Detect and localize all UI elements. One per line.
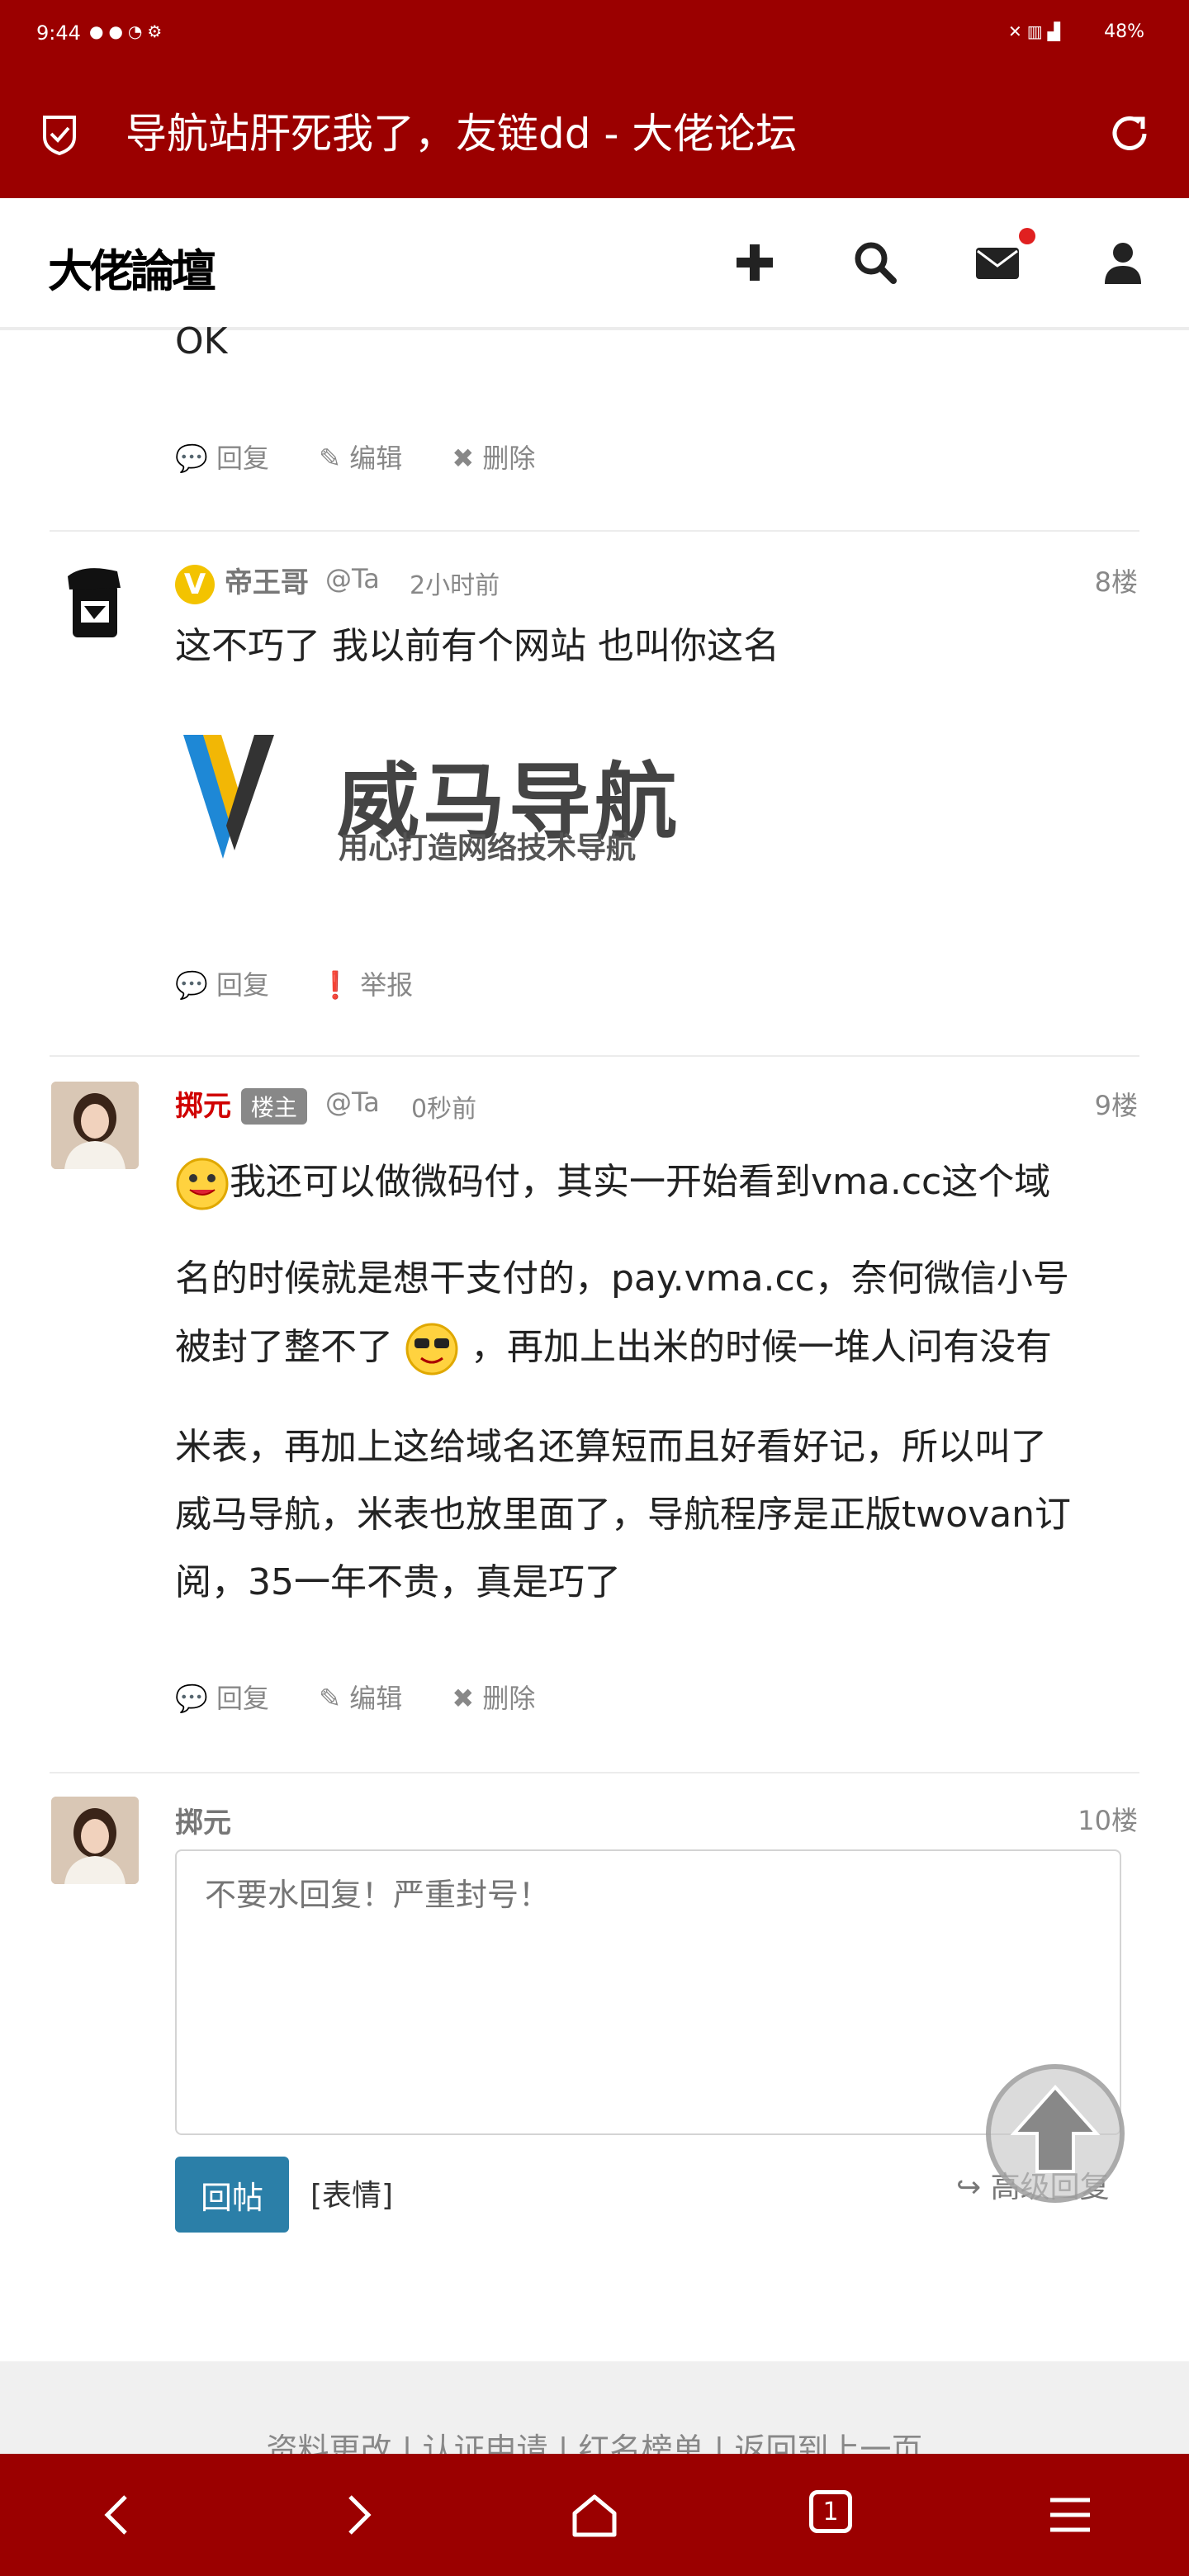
- avatar-photo-icon: [51, 1797, 139, 1884]
- reply-label: 回复: [216, 1683, 270, 1714]
- divider: [50, 1772, 1139, 1773]
- edit-link[interactable]: ✎ 编辑: [319, 443, 402, 474]
- post-line: 威马导航，米表也放里面了，导航程序是正版twovan订: [175, 1494, 1072, 1536]
- at-link[interactable]: @Ta: [325, 1087, 380, 1118]
- delete-label: 删除: [482, 443, 536, 474]
- report-link[interactable]: ❗ 举报: [319, 969, 413, 1001]
- status-battery: 48%: [1104, 21, 1144, 42]
- reply-link[interactable]: 💬 回复: [175, 1683, 269, 1714]
- reply-label: 回复: [216, 443, 270, 474]
- emoji-picker-link[interactable]: [表情]: [310, 2171, 393, 2214]
- avatar: [51, 1797, 139, 1884]
- post-line: 阅，35一年不贵，真是巧了: [175, 1561, 621, 1603]
- post-actions: 💬 回复 ✎ 编辑 ✖ 删除: [175, 1678, 576, 1716]
- status-notification-icons: ●●◔⚙: [89, 21, 168, 41]
- status-time: 9:44: [36, 21, 81, 45]
- post-actions: 💬 回复 ❗ 举报: [175, 964, 454, 1002]
- post-line: 我还可以做微码付，其实一开始看到vma.cc这个域: [230, 1161, 1051, 1203]
- vip-badge-icon: V: [175, 564, 215, 604]
- avatar[interactable]: [51, 1082, 139, 1169]
- post-text: 这不巧了 我以前有个网站 也叫你这名: [175, 625, 779, 667]
- divider: [50, 530, 1139, 532]
- forward-icon[interactable]: [332, 2490, 381, 2540]
- op-badge: 楼主: [240, 1088, 307, 1125]
- mail-icon[interactable]: [973, 238, 1022, 287]
- post-image[interactable]: 威马导航 用心打造网络技术导航: [175, 718, 687, 867]
- site-header: 大佬論壇: [0, 198, 1189, 330]
- floor-number: 8楼: [1094, 566, 1138, 598]
- post-author[interactable]: 掷元 楼主: [175, 1083, 307, 1125]
- user-icon[interactable]: [1098, 238, 1148, 287]
- post-time: 2小时前: [410, 571, 500, 600]
- search-icon[interactable]: [850, 238, 900, 287]
- post-line: 名的时候就是想干支付的，pay.vma.cc，奈何微信小号: [175, 1257, 1069, 1300]
- image-logo-slogan: 用心打造网络技术导航: [339, 831, 637, 865]
- sunglasses-emoji-icon: [405, 1323, 458, 1376]
- browser-url-bar: 导航站肝死我了，友链dd - 大佬论坛: [0, 69, 1189, 198]
- footer-links[interactable]: 资料更改 | 认证申请 | 红名榜单 | 返回到上一页: [0, 2424, 1189, 2454]
- avatar-photo-icon: [51, 1082, 139, 1169]
- avatar-cup-icon: [68, 568, 121, 637]
- back-icon[interactable]: [94, 2490, 144, 2540]
- page-title[interactable]: 导航站肝死我了，友链dd - 大佬论坛: [126, 107, 797, 160]
- edit-label: 编辑: [349, 443, 403, 474]
- post-text: OK: [175, 320, 228, 362]
- submit-reply-button[interactable]: 回帖: [175, 2157, 289, 2233]
- delete-link[interactable]: ✖ 删除: [452, 443, 535, 474]
- vma-logo-icon: [183, 735, 274, 859]
- post-line: 米表，再加上这给域名还算短而且好看好记，所以叫了: [175, 1426, 1047, 1468]
- edit-link[interactable]: ✎ 编辑: [319, 1683, 402, 1714]
- home-icon[interactable]: [570, 2490, 619, 2540]
- avatar[interactable]: [51, 560, 139, 647]
- post-time: 0秒前: [411, 1095, 477, 1124]
- scroll-to-top-button[interactable]: [986, 2064, 1125, 2203]
- author-name: 掷元: [175, 1090, 231, 1123]
- floor-number: 10楼: [1078, 1805, 1138, 1836]
- reply-textarea[interactable]: [175, 1849, 1121, 2135]
- status-signal-icons: ✕▥▟: [1007, 21, 1065, 41]
- browser-bottom-nav: 1: [0, 2454, 1189, 2576]
- reload-icon[interactable]: [1105, 109, 1154, 159]
- plus-icon[interactable]: [730, 238, 779, 287]
- site-footer: 资料更改 | 认证申请 | 红名榜单 | 返回到上一页: [0, 2361, 1189, 2454]
- divider: [50, 1055, 1139, 1057]
- reply-author: 掷元: [175, 1807, 231, 1840]
- post-line: 被封了整不了: [175, 1326, 393, 1368]
- delete-link[interactable]: ✖ 删除: [452, 1683, 535, 1714]
- post-line-group: 被封了整不了 ，再加上出米的时候一堆人问有没有: [175, 1321, 1052, 1376]
- notification-dot: [1019, 228, 1035, 244]
- report-label: 举报: [360, 969, 414, 1001]
- reply-link[interactable]: 💬 回复: [175, 443, 269, 474]
- floor-number: 9楼: [1094, 1090, 1138, 1121]
- menu-icon[interactable]: [1045, 2490, 1095, 2540]
- at-link[interactable]: @Ta: [325, 563, 380, 594]
- status-bar: 9:44 ●●◔⚙ ✕▥▟ 48%: [0, 0, 1189, 69]
- post-author[interactable]: V 帝王哥: [175, 560, 309, 604]
- tabs-button[interactable]: 1: [809, 2490, 852, 2533]
- reply-link[interactable]: 💬 回复: [175, 969, 269, 1001]
- post-actions: 💬 回复 ✎ 编辑 ✖ 删除: [175, 438, 576, 476]
- reply-label: 回复: [216, 969, 270, 1001]
- shield-check-icon[interactable]: [40, 112, 79, 155]
- arrow-up-icon: [1010, 2084, 1101, 2173]
- thread-content: OK 💬 回复 ✎ 编辑 ✖ 删除 V 帝王哥 @Ta 2小时前 8楼 这不巧了…: [0, 320, 1189, 2361]
- edit-label: 编辑: [349, 1683, 403, 1714]
- author-name: 帝王哥: [224, 566, 309, 599]
- site-logo[interactable]: 大佬論壇: [48, 234, 216, 300]
- tongue-emoji-icon: [176, 1158, 229, 1210]
- delete-label: 删除: [482, 1683, 536, 1714]
- tab-count: 1: [822, 2498, 839, 2526]
- post-line: ，再加上出米的时候一堆人问有没有: [471, 1326, 1052, 1368]
